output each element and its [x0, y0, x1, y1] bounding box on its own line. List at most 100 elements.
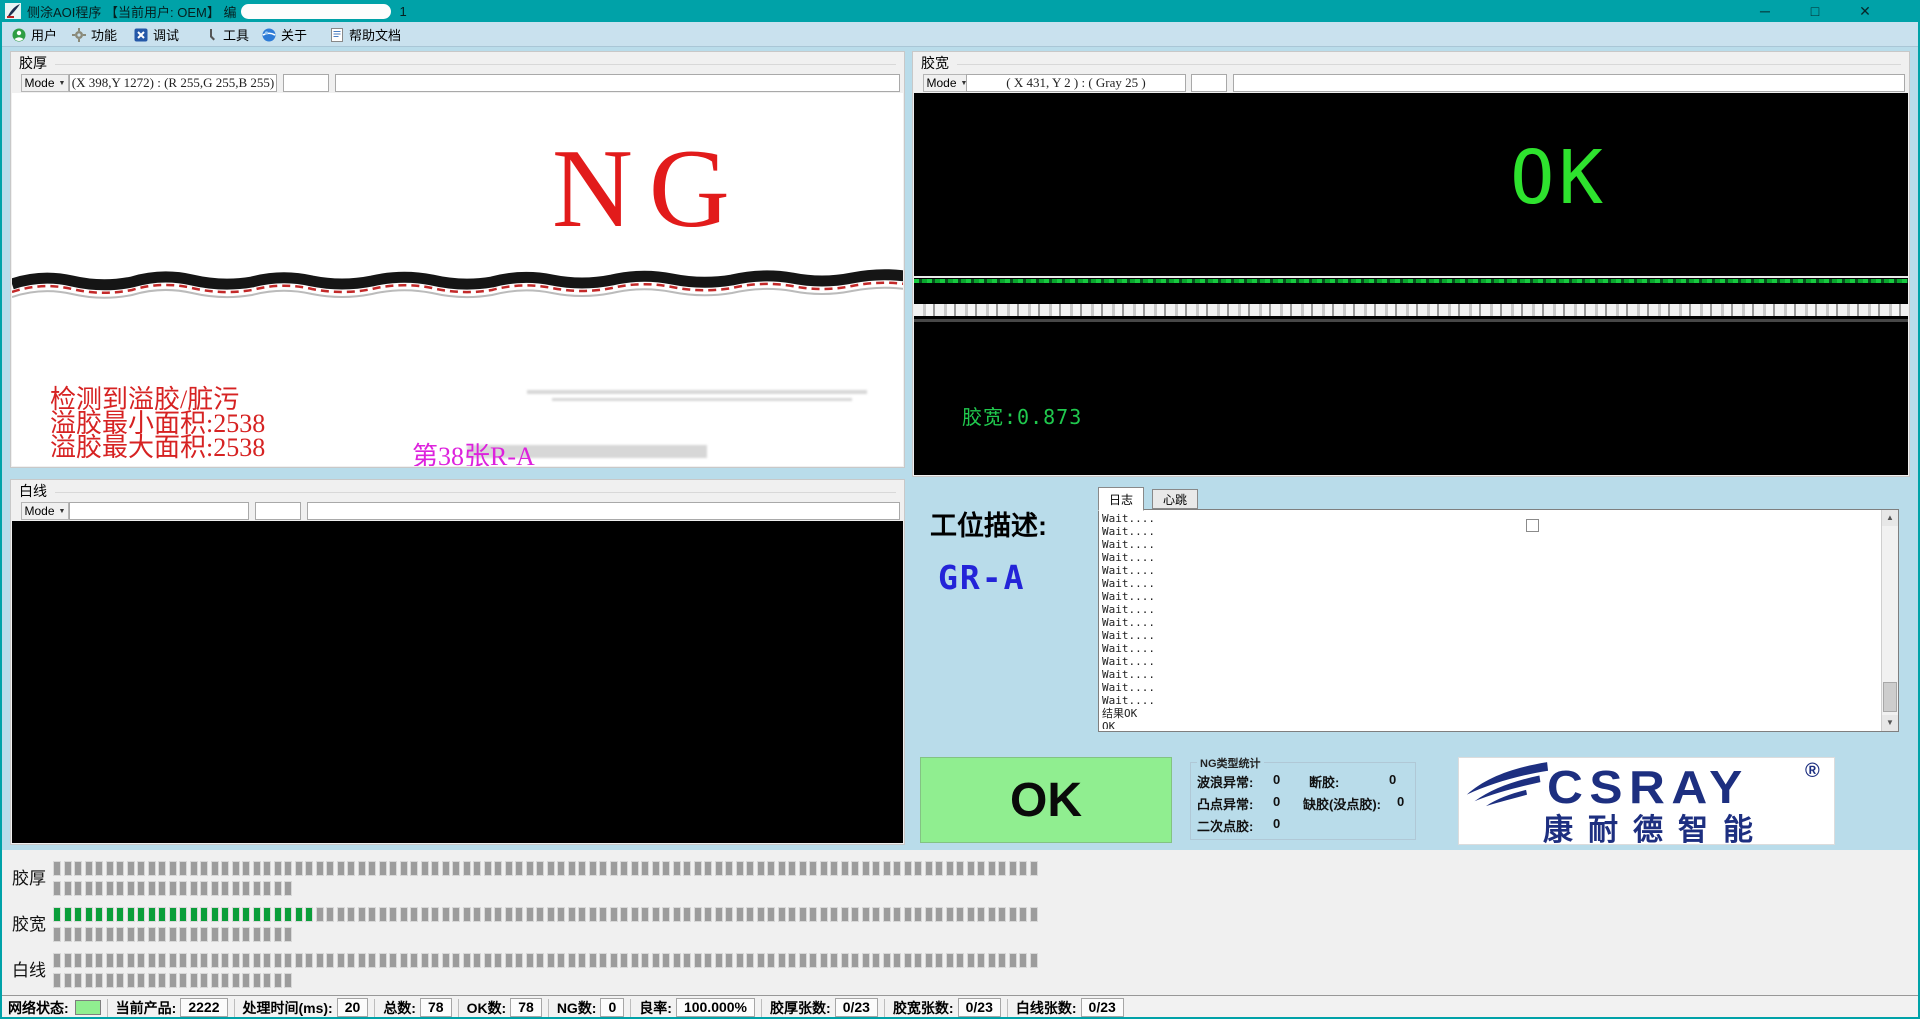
- indicator-cell: [200, 861, 208, 876]
- group-title: NG类型统计: [1197, 755, 1264, 771]
- indicator-cell: [683, 907, 691, 922]
- indicator-cell: [536, 907, 544, 922]
- indicator-cell: [85, 881, 93, 896]
- indicator-cell: [95, 881, 103, 896]
- indicator-cell: [74, 953, 82, 968]
- indicator-cell: [578, 907, 586, 922]
- indicator-cell: [211, 953, 219, 968]
- indicator-cell: [862, 907, 870, 922]
- indicator-cell: [620, 907, 628, 922]
- indicator-cell: [200, 927, 208, 942]
- indicator-cell: [935, 953, 943, 968]
- indicator-cell: [74, 881, 82, 896]
- indicator-cell: [379, 953, 387, 968]
- log-scrollbar[interactable]: ▲ ▼: [1881, 510, 1898, 731]
- indicator-cell: [200, 973, 208, 988]
- indicator-cell: [778, 907, 786, 922]
- indicator-cell: [148, 881, 156, 896]
- indicator-cell: [263, 881, 271, 896]
- panel-white-line: 白线 Mode ▼: [10, 479, 905, 845]
- menu-item-about[interactable]: 关于: [258, 24, 311, 45]
- minimize-button[interactable]: ─: [1747, 0, 1783, 22]
- indicator-cell: [316, 907, 324, 922]
- toolbar-box-wide: [307, 502, 900, 520]
- scroll-down-icon[interactable]: ▼: [1882, 715, 1898, 731]
- scroll-up-icon[interactable]: ▲: [1882, 510, 1898, 526]
- statusbar-divider: [761, 999, 762, 1017]
- indicator-cell: [211, 927, 219, 942]
- menu-item-help-doc[interactable]: 帮助文档: [326, 24, 405, 45]
- indicator-cell: [809, 953, 817, 968]
- about-icon: [262, 28, 276, 42]
- indicator-cell: [715, 907, 723, 922]
- tab-log[interactable]: 日志: [1098, 487, 1144, 511]
- indicator-cell: [904, 907, 912, 922]
- indicator-row: [53, 927, 292, 942]
- indicator-zone: 胶厚胶宽白线: [0, 850, 1920, 995]
- indicator-cell: [179, 973, 187, 988]
- indicator-cell: [967, 907, 975, 922]
- close-button[interactable]: ✕: [1847, 0, 1883, 22]
- indicator-cell: [106, 973, 114, 988]
- indicator-label: 胶厚: [12, 864, 46, 889]
- menu-item-tools[interactable]: 工具: [200, 24, 253, 45]
- indicator-cell: [137, 927, 145, 942]
- indicator-cell: [757, 953, 765, 968]
- app-window: 侧涂AOI程序 【当前用户: OEM】 编 1 ─ □ ✕ 用户 功能 调试 工…: [0, 0, 1920, 1019]
- statusbar-divider: [1007, 999, 1008, 1017]
- menu-item-debug[interactable]: 调试: [130, 24, 183, 45]
- indicator-cell: [883, 953, 891, 968]
- overall-result-button[interactable]: OK: [920, 757, 1172, 843]
- indicator-cell: [652, 861, 660, 876]
- maximize-button[interactable]: □: [1797, 0, 1833, 22]
- indicator-cell: [326, 907, 334, 922]
- indicator-cell: [190, 973, 198, 988]
- indicator-cell: [841, 907, 849, 922]
- indicator-cell: [253, 907, 261, 922]
- indicator-cell: [904, 861, 912, 876]
- mode-label: Mode: [25, 504, 55, 518]
- brand-subtitle: 康耐德智能: [1543, 805, 1768, 849]
- indicator-cell: [242, 861, 250, 876]
- indicator-cell: [725, 861, 733, 876]
- whiteline-image: [12, 521, 903, 843]
- indicator-cell: [263, 907, 271, 922]
- mode-dropdown[interactable]: Mode ▼: [21, 502, 69, 520]
- status-bar: 网络状态: 当前产品:2222处理时间(ms):20总数:78OK数:78NG数…: [0, 995, 1920, 1019]
- indicator-cell: [274, 973, 282, 988]
- indicator-cell: [578, 953, 586, 968]
- indicator-cell: [53, 927, 61, 942]
- debug-icon: [134, 28, 148, 42]
- tab-heartbeat[interactable]: 心跳: [1152, 489, 1198, 509]
- scrollbar-thumb[interactable]: [1883, 682, 1897, 712]
- indicator-cell: [767, 907, 775, 922]
- indicator-cell: [746, 953, 754, 968]
- indicator-label: 白线: [12, 956, 46, 981]
- indicator-cell: [652, 953, 660, 968]
- indicator-cell: [85, 953, 93, 968]
- indicator-cell: [116, 907, 124, 922]
- mode-label: Mode: [25, 76, 55, 90]
- indicator-cell: [106, 881, 114, 896]
- menu-item-label: 用户: [31, 25, 57, 44]
- indicator-cell: [158, 861, 166, 876]
- indicator-cell: [620, 861, 628, 876]
- mode-dropdown[interactable]: Mode ▼: [21, 74, 69, 92]
- mode-dropdown[interactable]: Mode ▼: [923, 74, 971, 92]
- indicator-cell: [463, 953, 471, 968]
- statusbar-label: 白线张数:: [1016, 998, 1077, 1018]
- panel-header: 胶厚: [19, 53, 896, 73]
- menu-item-label: 帮助文档: [349, 25, 401, 44]
- menu-bar: 用户 功能 调试 工具 关于 帮助文档: [0, 22, 1920, 47]
- indicator-cell: [946, 907, 954, 922]
- indicator-cell: [715, 953, 723, 968]
- indicator-cell: [473, 861, 481, 876]
- statusbar-label: 良率:: [639, 998, 672, 1018]
- menu-item-user[interactable]: 用户: [8, 24, 61, 45]
- log-option-checkbox[interactable]: [1526, 519, 1539, 532]
- statusbar-label: 处理时间(ms):: [243, 998, 333, 1018]
- menu-item-functions[interactable]: 功能: [68, 24, 121, 45]
- indicator-cell: [284, 907, 292, 922]
- indicator-cell: [263, 861, 271, 876]
- indicator-cell: [557, 907, 565, 922]
